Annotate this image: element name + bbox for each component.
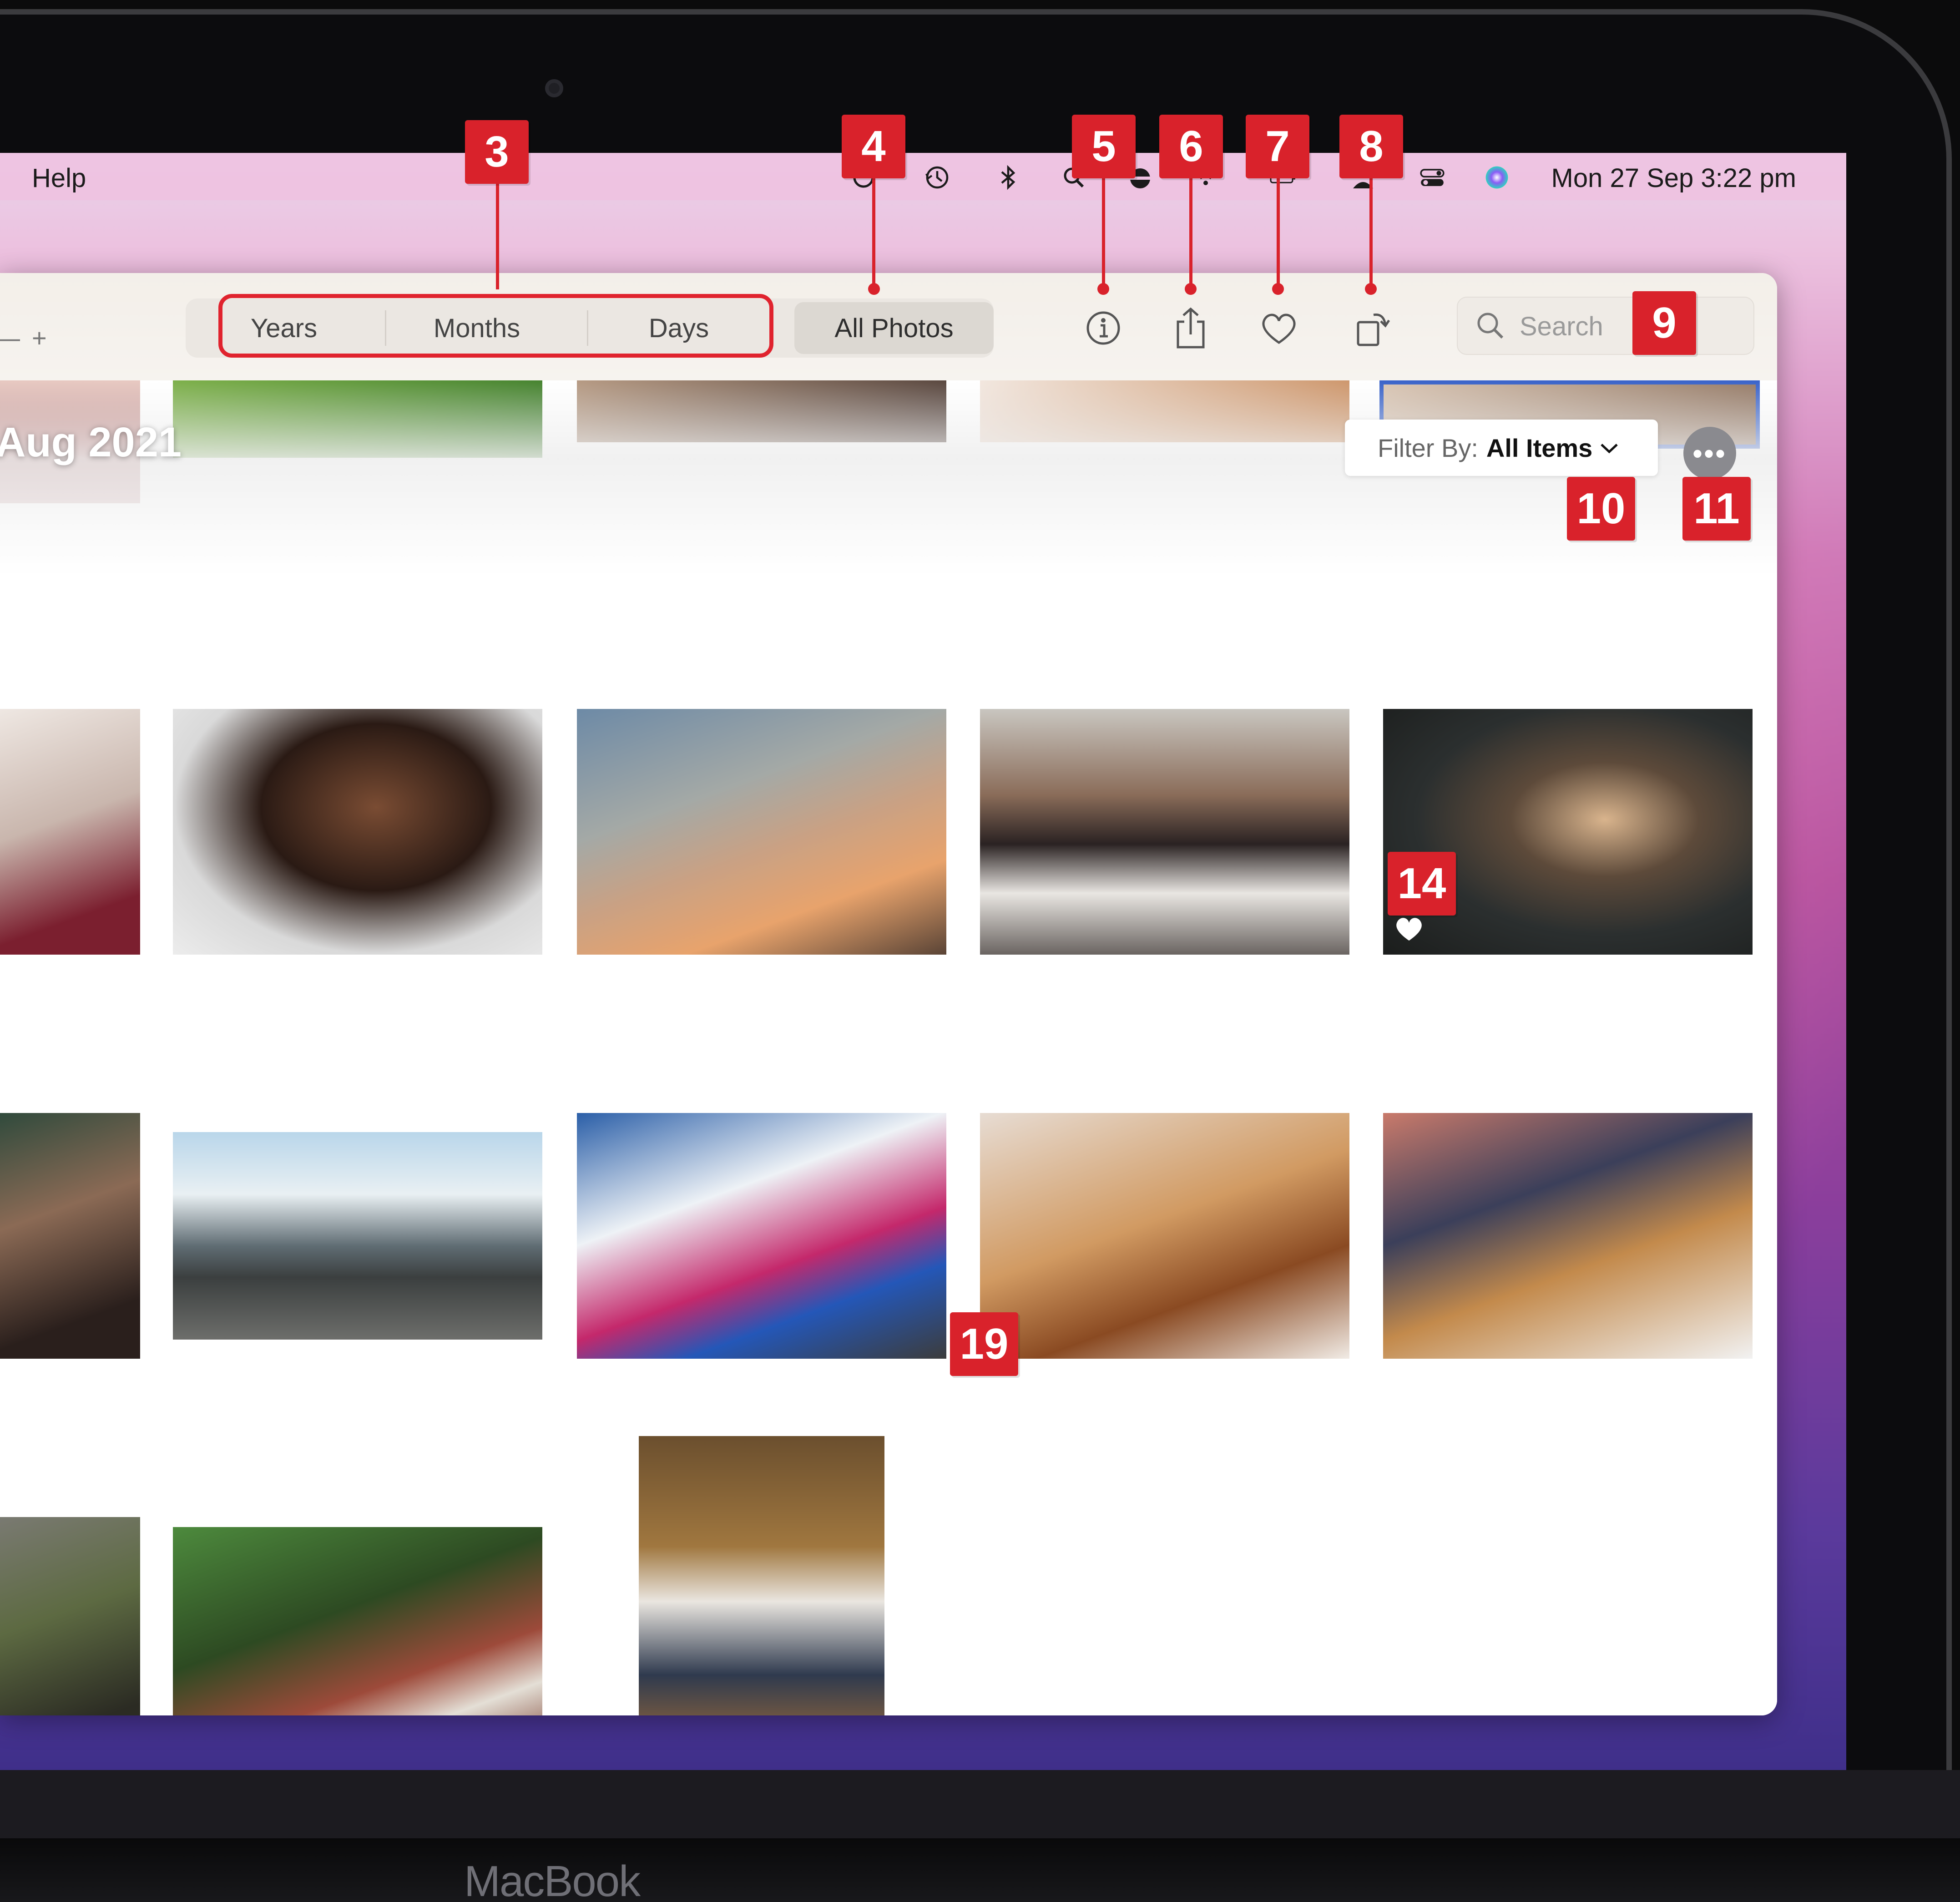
callout-4: 4 <box>842 115 905 178</box>
callout-9: 9 <box>1632 291 1696 355</box>
callout-leader <box>1277 171 1280 288</box>
time-machine-icon[interactable] <box>924 164 951 191</box>
laptop-hinge <box>0 1838 1960 1902</box>
header-fade <box>0 380 1777 576</box>
more-options-button[interactable]: ••• <box>1683 427 1736 480</box>
share-icon <box>1177 307 1205 349</box>
photo-thumbnail[interactable] <box>173 1527 542 1715</box>
callout-5: 5 <box>1072 115 1136 178</box>
search-icon <box>1477 313 1504 339</box>
photo-thumbnail[interactable] <box>1383 709 1753 955</box>
zoom-in-button[interactable]: + <box>32 323 47 353</box>
photo-thumbnail[interactable] <box>980 1113 1349 1359</box>
control-center-icon[interactable] <box>1419 164 1446 191</box>
photo-thumbnail[interactable] <box>0 1113 140 1359</box>
photo-thumbnail[interactable] <box>0 709 140 955</box>
favorite-button[interactable] <box>1254 303 1304 353</box>
siri-icon[interactable] <box>1483 164 1510 191</box>
filter-value: All Items <box>1486 433 1593 462</box>
bluetooth-icon[interactable] <box>995 164 1022 191</box>
rotate-button[interactable] <box>1348 303 1398 353</box>
screen: Help Mon 27 Sep 3:22 pm + Years Months D… <box>0 153 1846 1770</box>
search-field[interactable]: Search <box>1457 297 1754 355</box>
toolbar: — + Years Months Days All Photos <box>0 273 1777 381</box>
device-brand: MacBook <box>464 1857 641 1902</box>
menu-help[interactable]: Help <box>32 163 86 193</box>
favorite-heart-icon <box>1396 918 1422 941</box>
photo-thumbnail[interactable] <box>173 709 542 955</box>
callout-leader <box>1189 171 1192 288</box>
info-icon <box>1086 311 1120 345</box>
callout-dot <box>868 283 880 295</box>
callout-14: 14 <box>1388 852 1456 916</box>
callout-8: 8 <box>1339 115 1403 178</box>
callout-dot <box>1272 283 1284 295</box>
search-input[interactable]: Search <box>1520 311 1603 342</box>
screen-bottom-bezel <box>0 1770 1960 1839</box>
callout-dot <box>1097 283 1109 295</box>
filter-label: Filter By: <box>1378 433 1478 462</box>
photo-thumbnail[interactable] <box>0 1517 140 1715</box>
photo-thumbnail[interactable] <box>980 709 1349 955</box>
callout-6: 6 <box>1159 115 1223 178</box>
photos-window: — + Years Months Days All Photos <box>0 273 1777 1715</box>
highlight-ring <box>218 294 773 358</box>
heart-icon <box>1262 314 1296 344</box>
callout-leader <box>872 171 875 288</box>
photo-thumbnail[interactable] <box>1383 1113 1753 1359</box>
camera-icon <box>545 79 563 97</box>
callout-7: 7 <box>1246 115 1309 178</box>
photo-thumbnail[interactable] <box>639 1436 884 1715</box>
tab-all-photos[interactable]: All Photos <box>794 302 994 354</box>
callout-leader <box>1369 171 1373 288</box>
callout-leader <box>1102 171 1105 288</box>
callout-19: 19 <box>950 1312 1018 1376</box>
photo-thumbnail[interactable] <box>173 1132 542 1340</box>
callout-3: 3 <box>465 120 529 184</box>
menu-bar: Help Mon 27 Sep 3:22 pm <box>0 153 1846 200</box>
photo-thumbnail[interactable] <box>577 1113 946 1359</box>
callout-leader <box>496 180 499 289</box>
rotate-icon <box>1357 313 1390 346</box>
chevron-down-icon <box>1599 435 1620 461</box>
callout-10: 10 <box>1567 477 1635 541</box>
menu-clock[interactable]: Mon 27 Sep 3:22 pm <box>1551 163 1796 193</box>
callout-dot <box>1185 283 1197 295</box>
share-button[interactable] <box>1166 303 1216 353</box>
callout-dot <box>1365 283 1377 295</box>
filter-menu[interactable]: Filter By: All Items <box>1345 420 1658 476</box>
photo-grid: Aug 2021 Filter By: All Items ••• <box>0 380 1777 1715</box>
info-button[interactable] <box>1078 303 1128 353</box>
date-heading: Aug 2021 <box>0 419 182 465</box>
callout-11: 11 <box>1682 477 1751 541</box>
zoom-out-button[interactable]: — <box>0 323 20 353</box>
laptop-stage: Help Mon 27 Sep 3:22 pm + Years Months D… <box>0 0 1960 1902</box>
photo-thumbnail[interactable] <box>577 709 946 955</box>
